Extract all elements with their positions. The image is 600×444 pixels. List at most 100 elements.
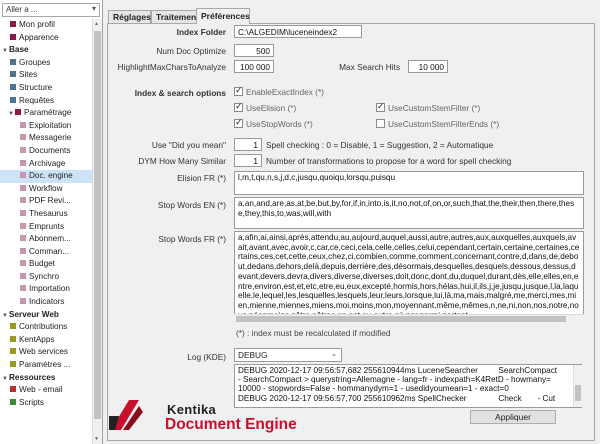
sidebar-item-serveur-web[interactable]: ▼Serveur Web [0,309,92,322]
sidebar-item-label: Requêtes [19,95,55,105]
chevron-down-icon[interactable]: ⌄ [331,350,337,358]
sidebar-item-label: Emprunts [29,221,65,231]
max-search-hits-label: Max Search Hits [339,62,400,72]
sidebar-item-abonnem[interactable]: Abonnem... [0,233,92,246]
sidebar-item-indicators[interactable]: Indicators [0,296,92,309]
sidebar-item-importation[interactable]: Importation [0,283,92,296]
folder-square-icon [10,335,16,342]
sidebar-item-workflow[interactable]: Workflow [0,183,92,196]
sidebar-item-label: Scripts [19,397,45,407]
sidebar: Aller a ... ▾ Mon profil Apparence ▼Base Gr… [0,0,103,444]
sidebar-item-archivage[interactable]: Archivage [0,158,92,171]
sidebar-item-sites[interactable]: Sites [0,69,92,82]
folder-square-icon [20,172,26,179]
expand-toggle-icon[interactable]: ▼ [1,310,9,322]
sidebar-item-label: Ressources [9,372,56,382]
use-custom-stem-filter-checkbox[interactable]: UseCustomStemFilter (*) [376,101,480,113]
sidebar-item-label: Indicators [29,297,65,307]
stop-words-fr-hscrollbar[interactable] [234,314,584,323]
folder-square-icon [20,272,26,279]
max-search-hits-input[interactable]: 10 000 [408,60,448,73]
sidebar-item-label: Thesaurus [29,208,68,218]
sidebar-item-label: Synchro [29,271,60,281]
expand-toggle-icon[interactable]: ▼ [1,45,9,57]
sidebar-item-label: Doc. engine [29,171,73,181]
sidebar-item-label: Abonnem... [29,234,71,244]
enable-exact-index-checkbox[interactable]: EnableExactIndex (*) [234,85,324,97]
tab-reglages[interactable]: Réglages [108,10,151,23]
folder-square-icon [10,348,16,355]
sidebar-item-emprunts[interactable]: Emprunts [0,221,92,234]
checkbox-check-icon[interactable] [234,85,243,96]
sidebar-item-groupes[interactable]: Groupes [0,57,92,70]
sidebar-item-ressources[interactable]: ▼Ressources [0,372,92,385]
goto-input[interactable]: Aller a ... ▾ [2,3,100,17]
folder-square-icon [10,21,16,27]
sidebar-item-kentapps[interactable]: KentApps [0,334,92,347]
scrollbar-thumb[interactable] [575,385,581,401]
expand-toggle-icon[interactable]: ▼ [1,373,9,385]
logo-product-name: Document Engine [165,416,297,433]
sidebar-item-label: Messagerie [29,133,72,143]
scroll-up-icon[interactable]: ▲ [94,21,99,27]
sidebar-item-web-services[interactable]: Web services [0,346,92,359]
scroll-down-icon[interactable]: ▼ [94,436,99,442]
index-folder-input[interactable]: C:\ALGEDIM\luceneindex2 [234,25,362,38]
sidebar-item-web-email[interactable]: Web - email [0,384,92,397]
folder-square-icon [20,197,26,204]
sidebar-item-label: Workflow [29,183,63,193]
stop-words-en-textarea[interactable]: a,an,and,are,as,at,be,but,by,for,if,in,i… [234,197,584,229]
sidebar-item-scripts[interactable]: Scripts [0,397,92,410]
sidebar-item-mon-profil[interactable]: Mon profil [0,19,92,32]
folder-square-icon [20,260,26,267]
apply-button[interactable]: Appliquer [470,410,556,424]
sidebar-item-contributions[interactable]: Contributions [0,321,92,334]
log-scrollbar[interactable] [573,365,582,407]
sidebar-item-exploitation[interactable]: Exploitation [0,120,92,133]
sidebar-item-requ-tes[interactable]: Requêtes [0,95,92,108]
highlight-max-chars-input[interactable]: 100 000 [234,60,274,73]
sidebar-item-pdf-revi[interactable]: PDF Revi... [0,195,92,208]
tab-traitement[interactable]: Traitement [151,10,199,23]
use-stop-words-checkbox[interactable]: UseStopWords (*) [234,117,313,129]
use-custom-stem-filter-ends-checkbox[interactable]: UseCustomStemFilterEnds (*) [376,119,499,129]
sidebar-item-param-trage[interactable]: ▼ Paramétrage [0,107,92,120]
tab-preferences[interactable]: Préférences [196,8,250,24]
use-elision-checkbox[interactable]: UseElision (*) [234,101,296,113]
scrollbar-thumb[interactable] [236,316,566,322]
folder-square-icon [20,159,26,166]
sidebar-item-param-tres[interactable]: Paramètres ... [0,359,92,372]
kentika-logo-mark [109,400,143,430]
logo-brand-name: Kentika [167,402,217,417]
sidebar-item-doc-engine[interactable]: Doc. engine [0,170,92,183]
sidebar-item-comman[interactable]: Comman... [0,246,92,259]
sidebar-item-synchro[interactable]: Synchro [0,271,92,284]
folder-square-icon [10,96,16,103]
sidebar-item-thesaurus[interactable]: Thesaurus [0,208,92,221]
sidebar-item-base[interactable]: ▼Base [0,44,92,57]
sidebar-item-label: Importation [29,284,70,294]
sidebar-scrollbar[interactable]: ▲ ▼ [92,19,102,444]
elision-fr-textarea[interactable]: l,m,t,qu,n,s,j,d,c,jusqu,quoiqu,lorsqu,p… [234,171,584,195]
folder-square-icon [20,209,26,216]
log-level-select[interactable]: DEBUG ⌄ [234,348,342,362]
sidebar-item-budget[interactable]: Budget [0,258,92,271]
sidebar-item-documents[interactable]: Documents [0,145,92,158]
sidebar-item-apparence[interactable]: Apparence [0,32,92,45]
checkbox-check-icon[interactable] [234,117,243,128]
num-doc-optimize-input[interactable]: 500 [234,44,274,57]
folder-square-icon [20,285,26,292]
sidebar-item-structure[interactable]: Structure [0,82,92,95]
checkbox-empty-icon[interactable] [376,119,385,128]
checkbox-check-icon[interactable] [234,101,243,112]
did-you-mean-input[interactable]: 1 [234,138,262,151]
sidebar-item-messagerie[interactable]: Messagerie [0,132,92,145]
kentika-logo: Kentika Document Engine [109,392,315,440]
checkbox-check-icon[interactable] [376,101,385,112]
expand-toggle-icon[interactable]: ▼ [7,108,15,120]
dym-how-many-input[interactable]: 1 [234,154,262,167]
scrollbar-thumb[interactable] [94,31,101,419]
folder-square-icon [20,298,26,305]
stop-words-fr-textarea[interactable]: a,afin,ai,ainsi,après,attendu,au,aujourd… [234,231,584,323]
chevron-down-icon[interactable]: ▾ [92,4,96,13]
